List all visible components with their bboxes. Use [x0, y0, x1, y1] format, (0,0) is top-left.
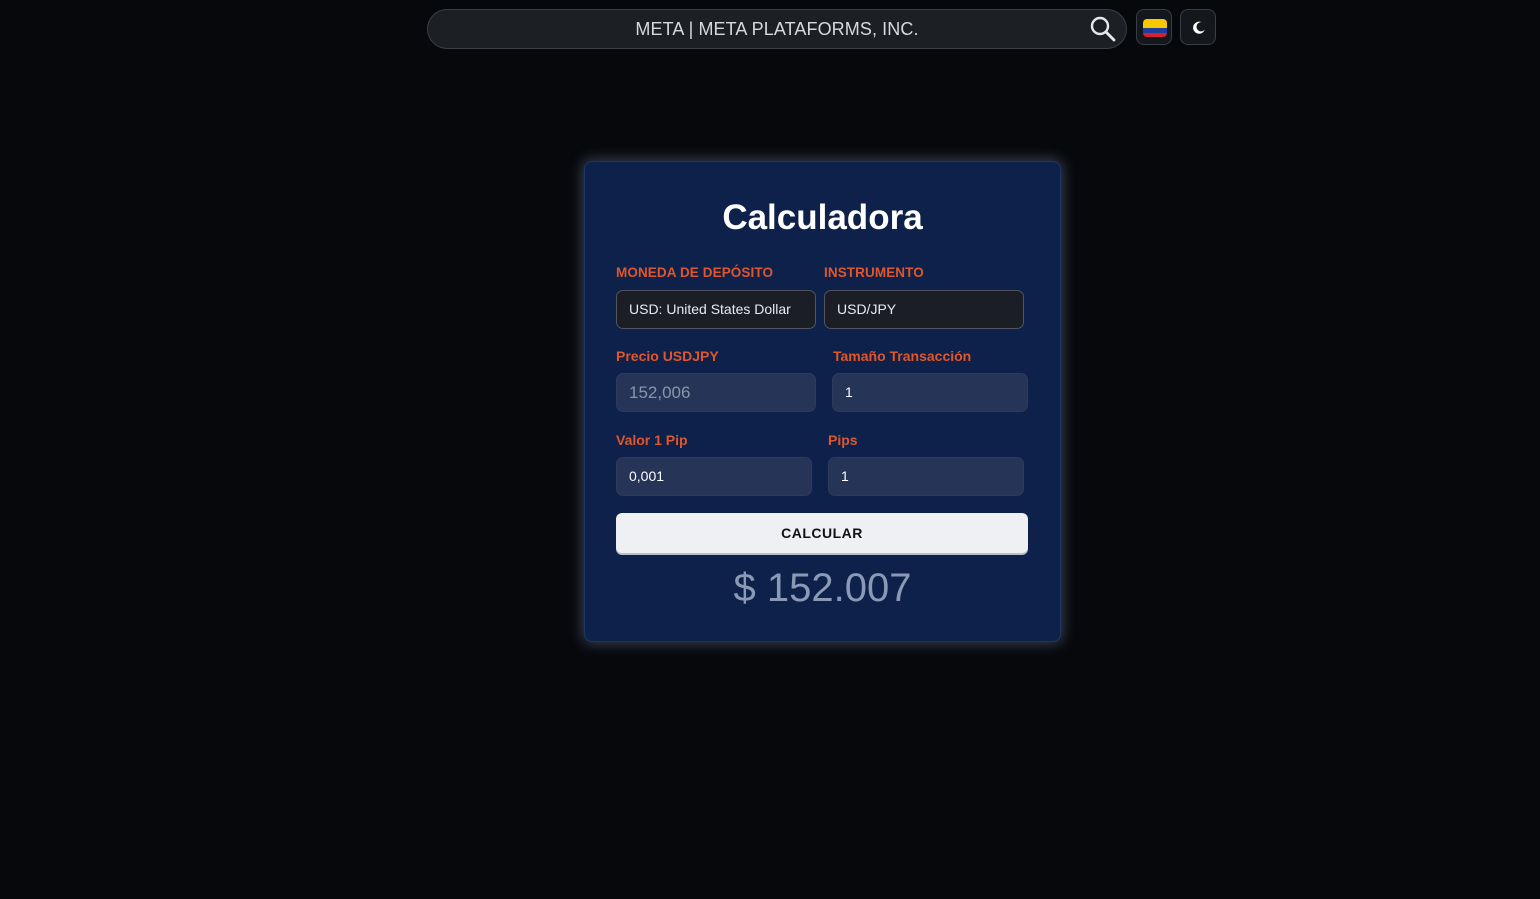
deposit-currency-select[interactable]: USD: United States Dollar: [616, 290, 816, 329]
result-value: $ 152.007: [733, 566, 912, 610]
instrument-select[interactable]: USD/JPY: [824, 290, 1024, 329]
trade-size-label: Tamaño Transacción: [833, 348, 972, 364]
theme-toggle-button[interactable]: [1180, 9, 1216, 45]
price-input[interactable]: 152,006: [616, 373, 816, 412]
search-bar[interactable]: META | META PLATAFORMS, INC.: [427, 9, 1127, 49]
price-label: Precio USDJPY: [616, 348, 719, 364]
instrument-label: INSTRUMENTO: [824, 265, 924, 280]
calculator-title: Calculadora: [722, 198, 923, 237]
trade-size-input[interactable]: 1: [832, 373, 1028, 412]
calculate-button[interactable]: CALCULAR: [616, 513, 1028, 553]
deposit-currency-label: MONEDA DE DEPÓSITO: [616, 265, 774, 280]
search-text[interactable]: META | META PLATAFORMS, INC.: [428, 10, 1126, 48]
colombia-flag-icon: [1143, 19, 1167, 37]
language-button[interactable]: [1136, 9, 1172, 45]
pip-value-input[interactable]: 0,001: [616, 457, 812, 496]
pips-label: Pips: [828, 432, 858, 448]
calculator-card: Calculadora MONEDA DE DEPÓSITO INSTRUMEN…: [584, 161, 1061, 642]
search-icon[interactable]: [1088, 14, 1118, 44]
pip-value-label: Valor 1 Pip: [616, 432, 688, 448]
moon-icon: [1190, 19, 1208, 37]
pips-input[interactable]: 1: [828, 457, 1024, 496]
